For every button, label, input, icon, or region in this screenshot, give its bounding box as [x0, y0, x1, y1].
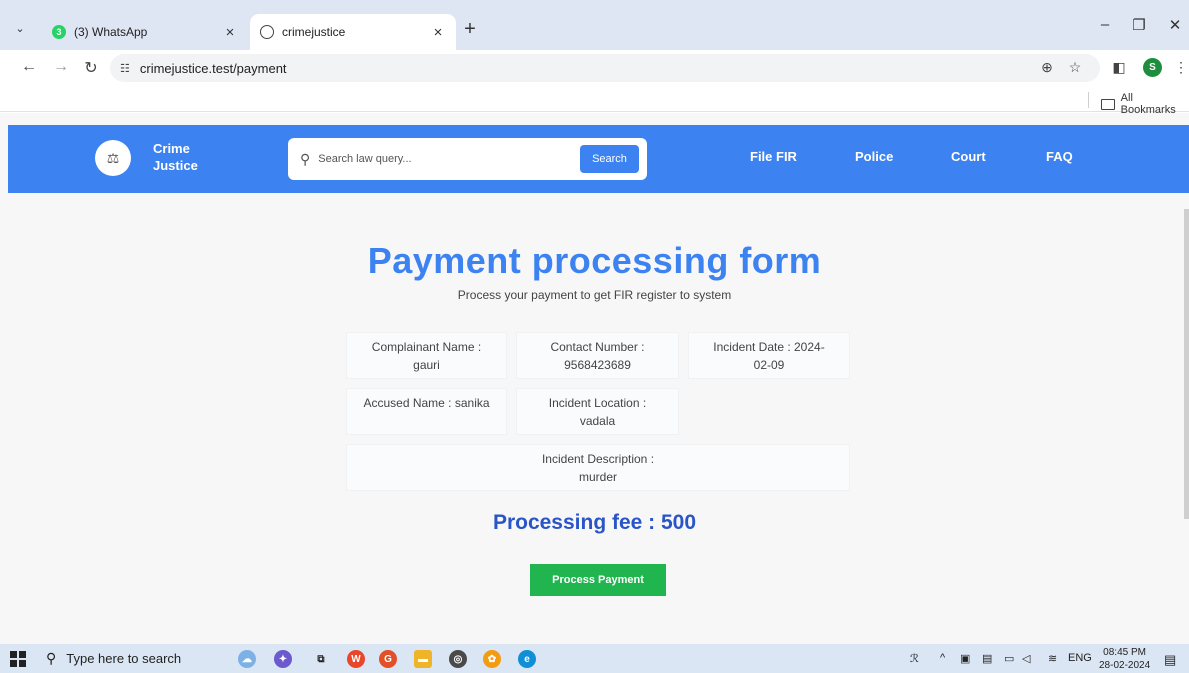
contact-value: 9568423689	[564, 358, 631, 372]
close-tab-icon[interactable]: ×	[430, 24, 446, 41]
search-input[interactable]	[318, 153, 559, 165]
menu-icon[interactable]: ⋮	[1172, 59, 1189, 76]
tab-title: crimejustice	[282, 25, 346, 39]
people-icon[interactable]: ℛ	[910, 652, 919, 665]
incident-date-card: Incident Date : 2024- 02-09	[689, 333, 849, 378]
close-window-icon[interactable]: ✕	[1165, 16, 1185, 34]
search-bar: ⚲ Search	[288, 138, 647, 180]
wps-office-icon[interactable]: W	[347, 650, 365, 668]
nav-file-fir[interactable]: File FIR	[750, 149, 797, 164]
restore-icon[interactable]: ❐	[1129, 16, 1149, 34]
minimize-icon[interactable]: –	[1095, 16, 1115, 33]
brand-name[interactable]: Crime Justice	[153, 140, 198, 174]
wifi-icon[interactable]: ≋	[1048, 652, 1057, 665]
process-payment-button[interactable]: Process Payment	[530, 564, 666, 596]
folder-icon	[1101, 98, 1115, 110]
description-label: Incident Description :	[541, 452, 655, 466]
page-title: Payment processing form	[367, 240, 822, 281]
accused-name-card: Accused Name : sanika	[347, 389, 506, 434]
clock-date: 28-02-2024	[1099, 660, 1151, 671]
contact-label: Contact Number :	[550, 340, 645, 354]
address-bar[interactable]: ☷ crimejustice.test/payment	[110, 54, 1100, 82]
nav-police[interactable]: Police	[855, 149, 893, 164]
crime-justice-logo[interactable]: ⚖	[95, 140, 131, 176]
system-clock[interactable]: 08:45 PM 28-02-2024	[1099, 646, 1150, 672]
windows-start-icon[interactable]	[10, 651, 26, 667]
clock-time: 08:45 PM	[1103, 647, 1146, 658]
browser-tab-bar: ⌄ 3 (3) WhatsApp × crimejustice × + – ❐ …	[0, 0, 1189, 50]
tray-app-icon[interactable]: ▣	[960, 652, 970, 665]
complainant-label: Complainant Name :	[371, 340, 482, 354]
brand-line-1: Crime	[153, 141, 190, 156]
incident-date-value: 02-09	[753, 358, 785, 372]
language-indicator[interactable]: ENG	[1068, 652, 1092, 664]
accused-text: Accused Name : sanika	[363, 396, 490, 410]
bookmark-star-icon[interactable]: ☆	[1066, 59, 1084, 76]
tab-crimejustice[interactable]: crimejustice ×	[250, 14, 456, 50]
new-tab-button[interactable]: +	[460, 18, 480, 40]
edge-icon[interactable]: e	[518, 650, 536, 668]
search-icon: ⚲	[300, 150, 311, 167]
weather-widget-icon[interactable]: ☁	[238, 650, 256, 668]
complainant-value: gauri	[413, 358, 440, 372]
back-icon[interactable]: ←	[18, 58, 40, 76]
windows-taskbar: ⚲ Type here to search ☁ ✦ ⧉ W G ▬ ◎ ✿ e …	[0, 644, 1189, 673]
chrome-profile-icon[interactable]: G	[379, 650, 397, 668]
divider	[1088, 92, 1089, 108]
battery-icon[interactable]: ▭	[1004, 652, 1014, 665]
url-text: crimejustice.test/payment	[139, 60, 287, 76]
globe-icon	[260, 25, 274, 39]
incident-date-label: Incident Date : 2024-	[713, 340, 825, 354]
description-value: murder	[578, 470, 617, 484]
file-explorer-icon[interactable]: ▬	[414, 650, 432, 668]
tray-app-icon-2[interactable]: ▤	[982, 652, 992, 665]
contact-number-card: Contact Number : 9568423689	[517, 333, 678, 378]
zoom-icon[interactable]: ⊕	[1038, 59, 1056, 76]
site-info-icon[interactable]: ☷	[120, 62, 130, 75]
search-icon: ⚲	[46, 650, 57, 666]
forward-icon[interactable]: →	[50, 58, 72, 76]
taskbar-search-placeholder: Type here to search	[66, 651, 182, 666]
page-subtitle: Process your payment to get FIR register…	[457, 288, 732, 302]
incident-description-card: Incident Description : murder	[347, 445, 849, 490]
reload-icon[interactable]: ↻	[80, 58, 102, 78]
page-viewport: ⚖ Crime Justice ⚲ Search File FIR Police…	[0, 113, 1189, 644]
task-view-icon[interactable]: ⧉	[312, 650, 330, 668]
whatsapp-icon: 3	[52, 25, 66, 39]
notifications-icon[interactable]: ▤	[1164, 652, 1176, 668]
tab-search-button[interactable]: ⌄	[11, 20, 29, 38]
location-label: Incident Location :	[548, 396, 647, 410]
tab-whatsapp[interactable]: 3 (3) WhatsApp ×	[42, 14, 248, 50]
taskbar-search[interactable]: ⚲ Type here to search	[46, 647, 226, 670]
chrome-icon[interactable]: ◎	[449, 650, 467, 668]
nav-faq[interactable]: FAQ	[1046, 149, 1073, 164]
processing-fee: Processing fee : 500	[492, 511, 697, 534]
incident-location-card: Incident Location : vadala	[517, 389, 678, 434]
close-tab-icon[interactable]: ×	[222, 24, 238, 41]
app-widget-icon[interactable]: ✦	[274, 650, 292, 668]
profile-avatar[interactable]: S	[1143, 58, 1162, 77]
volume-icon[interactable]: ◁	[1022, 652, 1030, 665]
brand-line-2: Justice	[153, 158, 198, 173]
show-hidden-icon[interactable]: ^	[940, 652, 945, 664]
search-button[interactable]: Search	[580, 145, 639, 173]
app-icon[interactable]: ✿	[483, 650, 501, 668]
bookmarks-bar: All Bookmarks	[0, 86, 1189, 116]
complainant-name-card: Complainant Name : gauri	[347, 333, 506, 378]
site-navbar: ⚖ Crime Justice ⚲ Search File FIR Police…	[8, 125, 1189, 193]
nav-court[interactable]: Court	[951, 149, 986, 164]
side-panel-icon[interactable]: ◧	[1110, 59, 1128, 76]
location-value: vadala	[579, 414, 616, 428]
tab-title: (3) WhatsApp	[74, 25, 148, 39]
browser-toolbar: ← → ↻ ☷ crimejustice.test/payment ⊕ ☆ ◧ …	[0, 50, 1189, 86]
